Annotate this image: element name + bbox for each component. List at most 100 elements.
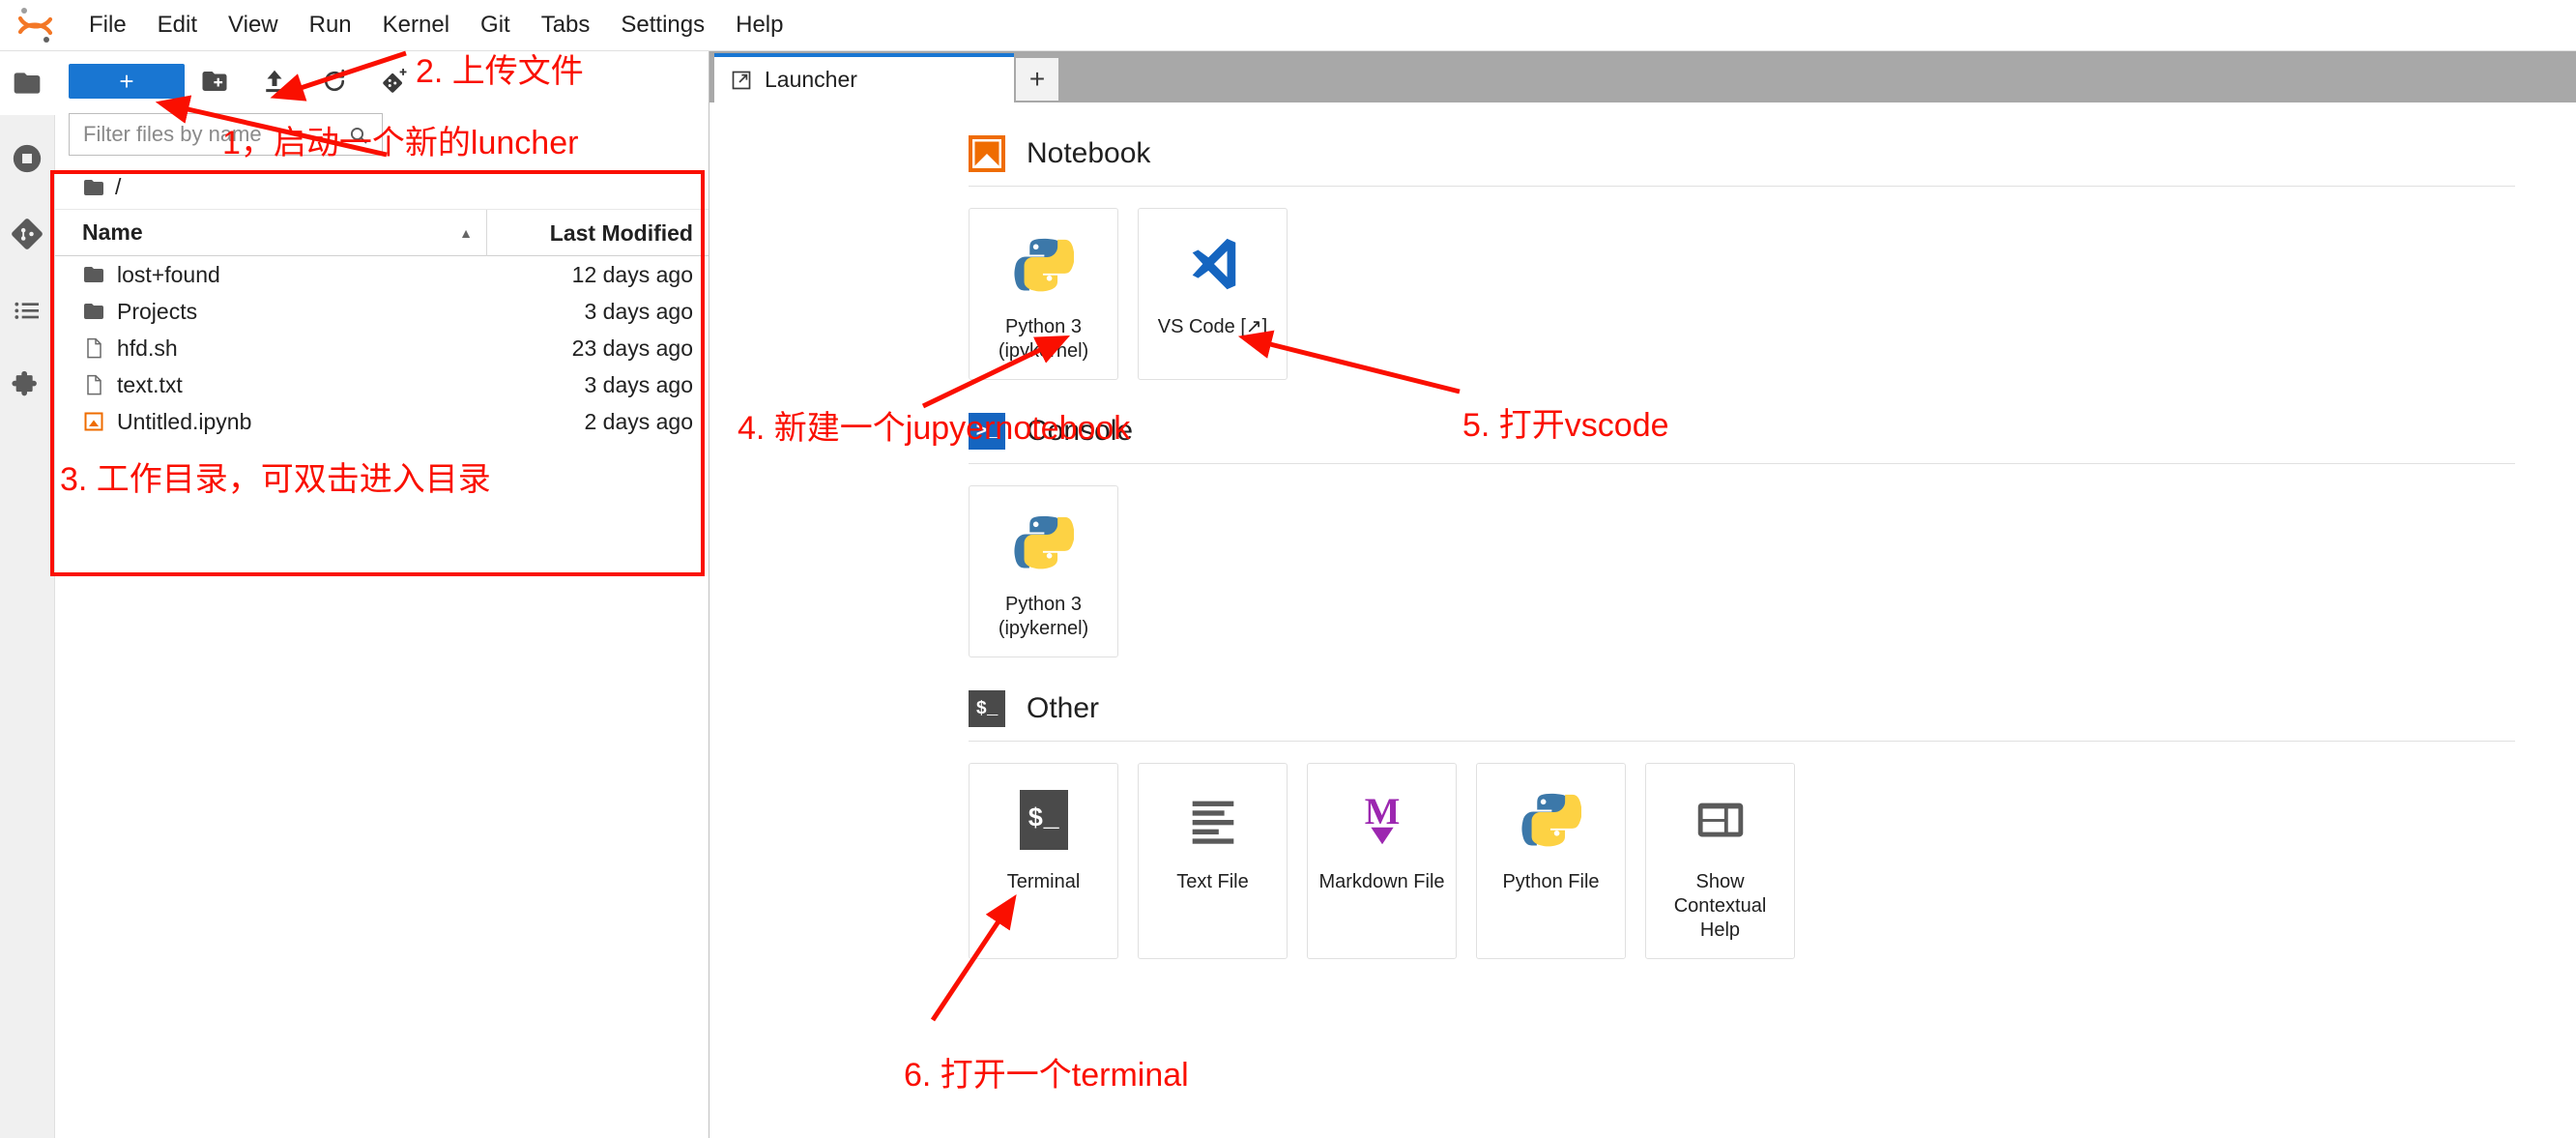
file-name: hfd.sh [117, 336, 178, 362]
card-label-line1: Text File [1176, 870, 1248, 894]
stop-circle-icon [11, 142, 43, 175]
table-row[interactable]: Projects 3 days ago [55, 293, 709, 330]
tab-launcher[interactable]: Launcher [714, 53, 1014, 102]
card-label-line1: Python File [1502, 870, 1599, 894]
file-list: lost+found 12 days ago Projects 3 days a… [55, 256, 709, 440]
filter-files-box[interactable] [69, 113, 383, 156]
folder-icon [82, 176, 105, 199]
file-filter-wrapper [55, 111, 709, 156]
notebook-icon [82, 410, 105, 433]
python-logo-icon [1014, 230, 1074, 300]
sidebar-item-running[interactable] [0, 127, 55, 190]
file-last-modified: 3 days ago [486, 299, 709, 325]
file-list-header: Name ▲ Last Modified [55, 210, 709, 256]
upload-arrow-icon [260, 67, 289, 96]
file-name: text.txt [117, 372, 183, 398]
card-label: VS Code [↗] [1152, 315, 1273, 355]
new-tab-button[interactable]: + [1016, 58, 1058, 101]
launcher-card-python3-notebook[interactable]: Python 3 (ipykernel) [969, 208, 1118, 380]
upload-files-button[interactable] [245, 62, 304, 101]
card-label-line3: Help [1674, 919, 1767, 943]
folder-icon [82, 263, 105, 286]
sidebar-item-table-of-contents[interactable] [0, 277, 55, 341]
menu-item-help[interactable]: Help [720, 9, 798, 42]
table-row[interactable]: lost+found 12 days ago [55, 256, 709, 293]
launcher-card-markdown-file[interactable]: M Markdown File [1307, 763, 1457, 959]
markdown-m-icon: M [1352, 785, 1412, 855]
breadcrumb[interactable]: / [55, 165, 709, 210]
python-logo-icon [1521, 785, 1581, 855]
notebook-card-row: Python 3 (ipykernel) VS Code [↗] [969, 208, 2576, 380]
git-icon [11, 218, 43, 250]
divider [969, 186, 2515, 187]
file-icon [82, 336, 105, 360]
breadcrumb-path: / [115, 174, 121, 200]
divider [969, 741, 2515, 742]
menu-item-file[interactable]: File [73, 9, 142, 42]
new-folder-button[interactable] [185, 62, 245, 101]
main-area: Launcher + Notebook [709, 51, 2576, 1138]
refresh-icon [320, 67, 349, 96]
card-label-line1: Markdown File [1318, 870, 1444, 894]
activity-bar [0, 51, 55, 1138]
card-label: Terminal [1001, 870, 1086, 910]
section-header-other: $_ Other [969, 690, 2576, 727]
section-header-notebook: Notebook [969, 135, 2576, 172]
new-git-repository-button[interactable] [364, 62, 424, 101]
launcher-card-text-file[interactable]: Text File [1138, 763, 1288, 959]
table-row[interactable]: Untitled.ipynb 2 days ago [55, 403, 709, 440]
card-label-line1: Python 3 [999, 315, 1088, 339]
menu-item-kernel[interactable]: Kernel [367, 9, 465, 42]
menu-item-git[interactable]: Git [465, 9, 526, 42]
card-label-line2: (ipykernel) [999, 617, 1088, 641]
column-header-name[interactable]: Name ▲ [55, 219, 486, 246]
new-launcher-button[interactable]: + [69, 64, 185, 99]
sidebar-item-extensions[interactable] [0, 353, 55, 417]
file-browser-panel: + [55, 51, 709, 1138]
launcher-card-python3-console[interactable]: Python 3 (ipykernel) [969, 485, 1118, 657]
vscode-logo-icon [1183, 230, 1243, 300]
file-icon [82, 373, 105, 396]
card-label-line2: (ipykernel) [999, 339, 1088, 364]
text-lines-icon [1183, 785, 1243, 855]
section-title: Other [1027, 692, 1099, 725]
menu-item-tabs[interactable]: Tabs [526, 9, 606, 42]
list-icon [12, 294, 43, 325]
tab-label: Launcher [765, 67, 857, 93]
launcher-card-vscode[interactable]: VS Code [↗] [1138, 208, 1288, 380]
menu-item-list: File Edit View Run Kernel Git Tabs Setti… [73, 9, 798, 42]
menu-item-settings[interactable]: Settings [605, 9, 720, 42]
search-icon [347, 124, 370, 152]
section-title: Console [1027, 415, 1133, 448]
launcher-card-python-file[interactable]: Python File [1476, 763, 1626, 959]
file-name: lost+found [117, 262, 220, 288]
jupyter-logo-icon [14, 3, 58, 47]
card-label-line1: Terminal [1007, 870, 1081, 894]
menu-item-view[interactable]: View [213, 9, 294, 42]
file-browser-toolbar: + [55, 51, 709, 111]
launcher-card-show-contextual-help[interactable]: Show Contextual Help [1645, 763, 1795, 959]
sidebar-item-file-browser[interactable] [0, 51, 55, 115]
refresh-file-list-button[interactable] [304, 62, 364, 101]
sidebar-item-git[interactable] [0, 202, 55, 266]
section-title: Notebook [1027, 137, 1150, 170]
search-input[interactable] [70, 114, 382, 155]
console-card-row: Python 3 (ipykernel) [969, 485, 2576, 657]
column-header-name-label: Name [82, 219, 143, 246]
console-prompt-icon: >_ [969, 413, 1005, 450]
menu-item-run[interactable]: Run [294, 9, 367, 42]
launcher-icon [730, 69, 753, 92]
launcher-card-terminal[interactable]: $_ Terminal [969, 763, 1118, 959]
table-row[interactable]: text.txt 3 days ago [55, 366, 709, 403]
file-last-modified: 12 days ago [486, 262, 709, 288]
other-card-row: $_ Terminal [969, 763, 2576, 959]
column-header-last-modified[interactable]: Last Modified [486, 210, 709, 256]
file-last-modified: 2 days ago [486, 409, 709, 435]
menu-bar: File Edit View Run Kernel Git Tabs Setti… [0, 0, 2576, 51]
card-label: Show Contextual Help [1668, 870, 1773, 958]
menu-item-edit[interactable]: Edit [142, 9, 213, 42]
table-row[interactable]: hfd.sh 23 days ago [55, 330, 709, 366]
folder-icon [82, 300, 105, 323]
card-label: Python 3 (ipykernel) [993, 315, 1094, 379]
puzzle-piece-icon [11, 368, 43, 401]
